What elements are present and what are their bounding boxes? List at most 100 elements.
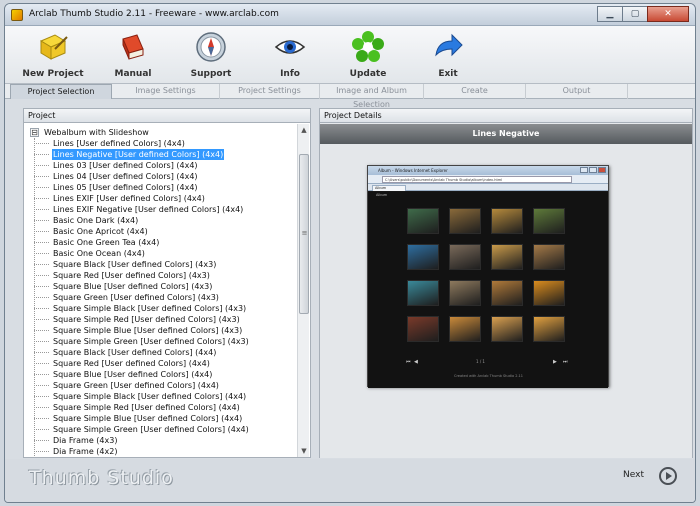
tab-create[interactable]: Create [424, 84, 526, 99]
tree-item-label: Lines [User defined Colors] (4x4) [53, 139, 185, 148]
project-tree: ⊟ Webalbum with Slideshow Lines [User de… [24, 124, 298, 457]
tree-connector [34, 198, 49, 199]
tree-item-label: Square Simple Blue [User defined Colors]… [53, 414, 243, 423]
grip-icon: ≡ [301, 229, 308, 237]
minimize-button[interactable]: ▁ [597, 6, 623, 22]
manual-book-icon [122, 34, 144, 60]
project-panel-title: Project [24, 109, 310, 123]
info-button[interactable]: Info [255, 31, 325, 83]
update-button[interactable]: Update [333, 31, 403, 83]
next-button[interactable]: Next [619, 465, 679, 487]
next-page-icon: ▶ [553, 359, 557, 365]
brand-logo: Thumb Studio [29, 467, 174, 489]
gallery-thumbnail [449, 208, 481, 234]
tree-connector [34, 187, 49, 188]
gallery-thumbnail [491, 316, 523, 342]
tree-connector [34, 286, 49, 287]
gallery-page-counter: 1 / 1 [476, 359, 485, 364]
title-bar[interactable]: Arclab Thumb Studio 2.11 - Freeware - ww… [5, 4, 695, 26]
exit-label: Exit [438, 69, 458, 79]
gallery-label: Album [376, 193, 388, 197]
tree-connector [34, 297, 49, 298]
tree-item-label: Square Black [User defined Colors] (4x4) [53, 348, 217, 357]
window-controls: ▁ ▢ ✕ [597, 6, 689, 22]
tree-item-label: Square Black [User defined Colors] (4x3) [53, 260, 217, 269]
preview-area: Album - Windows Internet Explorer C:\Use… [320, 144, 692, 458]
exit-button[interactable]: Exit [413, 31, 483, 83]
tab-project-selection[interactable]: Project Selection [10, 84, 112, 99]
tree-item-label: Basic One Dark (4x4) [53, 216, 139, 225]
tree-connector [34, 308, 49, 309]
new-project-button[interactable]: New Project [18, 31, 88, 83]
tab-project-settings[interactable]: Project Settings [220, 84, 320, 99]
tree-item-label: Square Blue [User defined Colors] (4x3) [53, 282, 213, 291]
tree-connector [34, 319, 49, 320]
tree-root-label: Webalbum with Slideshow [44, 128, 149, 137]
gallery-thumbnail [533, 244, 565, 270]
tree-item-label: Lines Negative [User defined Colors] (4x… [52, 149, 225, 160]
collapse-icon[interactable]: ⊟ [30, 128, 39, 137]
new-project-label: New Project [22, 69, 84, 79]
preview-browser-title: Album - Windows Internet Explorer [368, 166, 608, 175]
next-label: Next [623, 470, 644, 480]
prev-page-icon: ◀ [414, 359, 418, 365]
tree-connector [34, 418, 49, 419]
preview-address-bar: C:\Users\public\Documents\Arclab Thumb S… [368, 175, 608, 184]
tree-connector [34, 429, 49, 430]
maximize-icon: ▢ [630, 9, 640, 19]
tree-item-label: Lines 04 [User defined Colors] (4x4) [53, 172, 198, 181]
tree-item-label: Lines 03 [User defined Colors] (4x4) [53, 161, 198, 170]
tree-connector [34, 352, 49, 353]
gallery-thumbnail [407, 208, 439, 234]
tree-connector [34, 264, 49, 265]
tree-item-label: Square Simple Red [User defined Colors] … [53, 403, 240, 412]
project-scrollbar[interactable]: ▲ ≡ ▼ [297, 124, 309, 457]
gallery-thumbnail [407, 244, 439, 270]
tree-item-label: Square Red [User defined Colors] (4x3) [53, 271, 210, 280]
gallery-thumbnail [449, 280, 481, 306]
tab-image-settings[interactable]: Image Settings [112, 84, 220, 99]
preview-tab: Album [372, 185, 406, 191]
close-button[interactable]: ✕ [647, 6, 689, 22]
gallery-thumbnail [407, 316, 439, 342]
tab-output[interactable]: Output [526, 84, 628, 99]
preview-window-controls [579, 167, 606, 173]
gallery-thumbnail [449, 244, 481, 270]
support-button[interactable]: Support [176, 31, 246, 83]
tree-item-label: Lines EXIF [User defined Colors] (4x4) [53, 194, 205, 203]
tree-connector [34, 440, 49, 441]
gallery-footer: Created with Arclab Thumb Studio 2.11 [454, 374, 524, 378]
tree-item-label: Basic One Green Tea (4x4) [53, 238, 160, 247]
maximize-button[interactable]: ▢ [622, 6, 648, 22]
scrollbar-thumb[interactable]: ≡ [299, 154, 309, 314]
tree-connector [34, 363, 49, 364]
tree-connector [34, 407, 49, 408]
tree-connector [34, 231, 49, 232]
tab-image-album-selection[interactable]: Image and Album Selection [320, 84, 424, 109]
tree-item-label: Basic One Apricot (4x4) [53, 227, 148, 236]
tree-item-label: Lines EXIF Negative [User defined Colors… [53, 205, 244, 214]
gallery-thumbnail [533, 316, 565, 342]
tree-item-label: Square Simple Green [User defined Colors… [53, 337, 249, 346]
project-panel: Project ⊟ Webalbum with Slideshow Lines … [23, 108, 311, 458]
scroll-up-icon[interactable]: ▲ [299, 125, 309, 135]
tree-item-label: Square Green [User defined Colors] (4x4) [53, 381, 219, 390]
scroll-down-icon[interactable]: ▼ [299, 446, 309, 456]
manual-button[interactable]: Manual [98, 31, 168, 83]
tree-item-label: Basic One Ocean (4x4) [53, 249, 145, 258]
template-preview-screenshot: Album - Windows Internet Explorer C:\Use… [367, 165, 609, 388]
tree-item-label: Lines 05 [User defined Colors] (4x4) [53, 183, 198, 192]
gallery-thumbnail [407, 280, 439, 306]
tree-item-label: Square Green [User defined Colors] (4x3) [53, 293, 219, 302]
gallery-thumbnail [491, 208, 523, 234]
minimize-icon: ▁ [606, 9, 614, 19]
gallery-thumbnail [533, 208, 565, 234]
wizard-tabs: Project Selection Image Settings Project… [5, 84, 695, 109]
tree-connector [34, 330, 49, 331]
tree-item-label: Square Simple Black [User defined Colors… [53, 304, 247, 313]
tree-connector [34, 451, 49, 452]
toolbar: New Project Manual Support Info Update E… [5, 26, 695, 84]
support-compass-icon [196, 32, 226, 62]
gallery-thumbnail [491, 280, 523, 306]
tree-connector [34, 154, 49, 155]
